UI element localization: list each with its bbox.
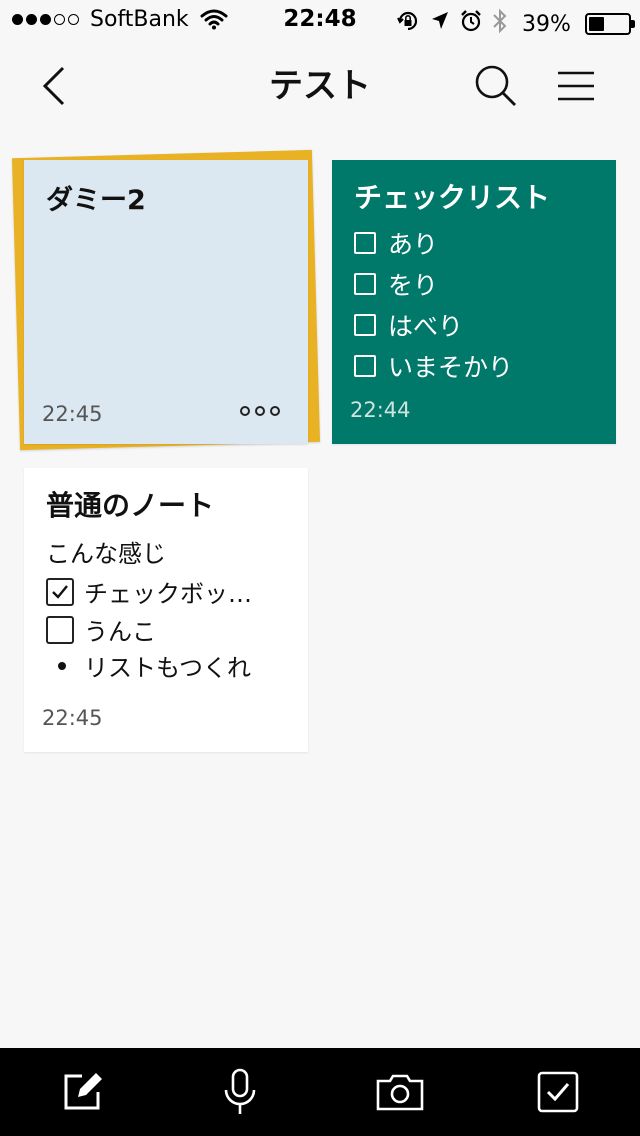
bottom-toolbar xyxy=(0,1048,640,1136)
note-timestamp: 22:45 xyxy=(42,402,103,426)
checkbox-icon[interactable] xyxy=(354,272,376,295)
checkbox-icon[interactable] xyxy=(354,354,376,377)
status-bar: SoftBank 22:48 39% xyxy=(0,0,640,40)
new-note-icon xyxy=(64,1073,102,1110)
battery-percent: 39% xyxy=(522,11,571,37)
alarm-icon xyxy=(460,9,482,39)
checkbox-icon[interactable] xyxy=(354,313,376,336)
more-options-icon[interactable] xyxy=(240,406,280,416)
voice-note-button[interactable] xyxy=(214,1068,266,1116)
microphone-icon xyxy=(224,1068,256,1114)
checklist-item[interactable]: はべり xyxy=(354,304,513,345)
checklist-item-label: いまそかり xyxy=(388,352,514,382)
bluetooth-icon xyxy=(492,8,508,40)
checklist-item[interactable]: うんこ xyxy=(46,612,296,647)
note-card-normal[interactable]: 普通のノート こんな感じ チェックボッ… うんこ リストもつくれ 22:45 xyxy=(24,468,308,752)
bullet-icon xyxy=(58,661,66,670)
search-icon xyxy=(475,65,516,106)
checklist-item-label: はべり xyxy=(388,311,464,341)
note-body-text: こんな感じ xyxy=(46,540,166,568)
note-title: 普通のノート xyxy=(46,489,215,522)
checklist-item[interactable]: あり xyxy=(354,222,513,263)
rotation-lock-icon xyxy=(396,9,420,39)
checklist-item-label: あり xyxy=(388,229,439,259)
camera-icon xyxy=(376,1074,424,1111)
checkbox-icon[interactable] xyxy=(354,231,376,254)
checklist-note-button[interactable] xyxy=(532,1068,584,1116)
note-timestamp: 22:45 xyxy=(42,706,103,730)
checklist-item-label: チェックボッ… xyxy=(84,580,252,608)
note-timestamp: 22:44 xyxy=(350,398,411,422)
battery-icon xyxy=(584,13,635,35)
note-title: ダミー2 xyxy=(46,185,146,216)
checklist-item-label: をり xyxy=(388,270,439,300)
checkbox-icon xyxy=(537,1071,579,1113)
checkbox-icon[interactable] xyxy=(46,615,74,644)
status-icons: 39% xyxy=(396,8,635,40)
note-card-dummy2[interactable]: ダミー2 22:45 xyxy=(24,160,308,444)
checkbox-checked-icon[interactable] xyxy=(46,577,74,606)
checklist-item[interactable]: チェックボッ… xyxy=(46,574,296,609)
page-title: テスト xyxy=(269,66,371,106)
search-button[interactable] xyxy=(468,60,524,112)
navigation-bar: テスト xyxy=(0,40,640,130)
bullet-item: リストもつくれ xyxy=(58,648,251,683)
notes-app-screen: SoftBank 22:48 39% テスト ダミー2 22:45 チェックリス… xyxy=(0,0,640,1136)
location-arrow-icon xyxy=(430,10,450,38)
checklist-item[interactable]: いまそかり xyxy=(354,345,513,386)
checklist-item-label: うんこ xyxy=(84,618,156,646)
photo-note-button[interactable] xyxy=(374,1068,426,1116)
note-card-checklist[interactable]: チェックリスト あり をり はべり いまそかり 22:44 xyxy=(332,160,616,444)
menu-button[interactable] xyxy=(548,60,604,112)
new-note-button[interactable] xyxy=(56,1068,108,1116)
menu-icon xyxy=(558,71,594,101)
checklist: あり をり はべり いまそかり xyxy=(354,222,513,386)
bullet-item-label: リストもつくれ xyxy=(84,654,252,682)
note-title: チェックリスト xyxy=(354,181,551,214)
checklist-item[interactable]: をり xyxy=(354,263,513,304)
